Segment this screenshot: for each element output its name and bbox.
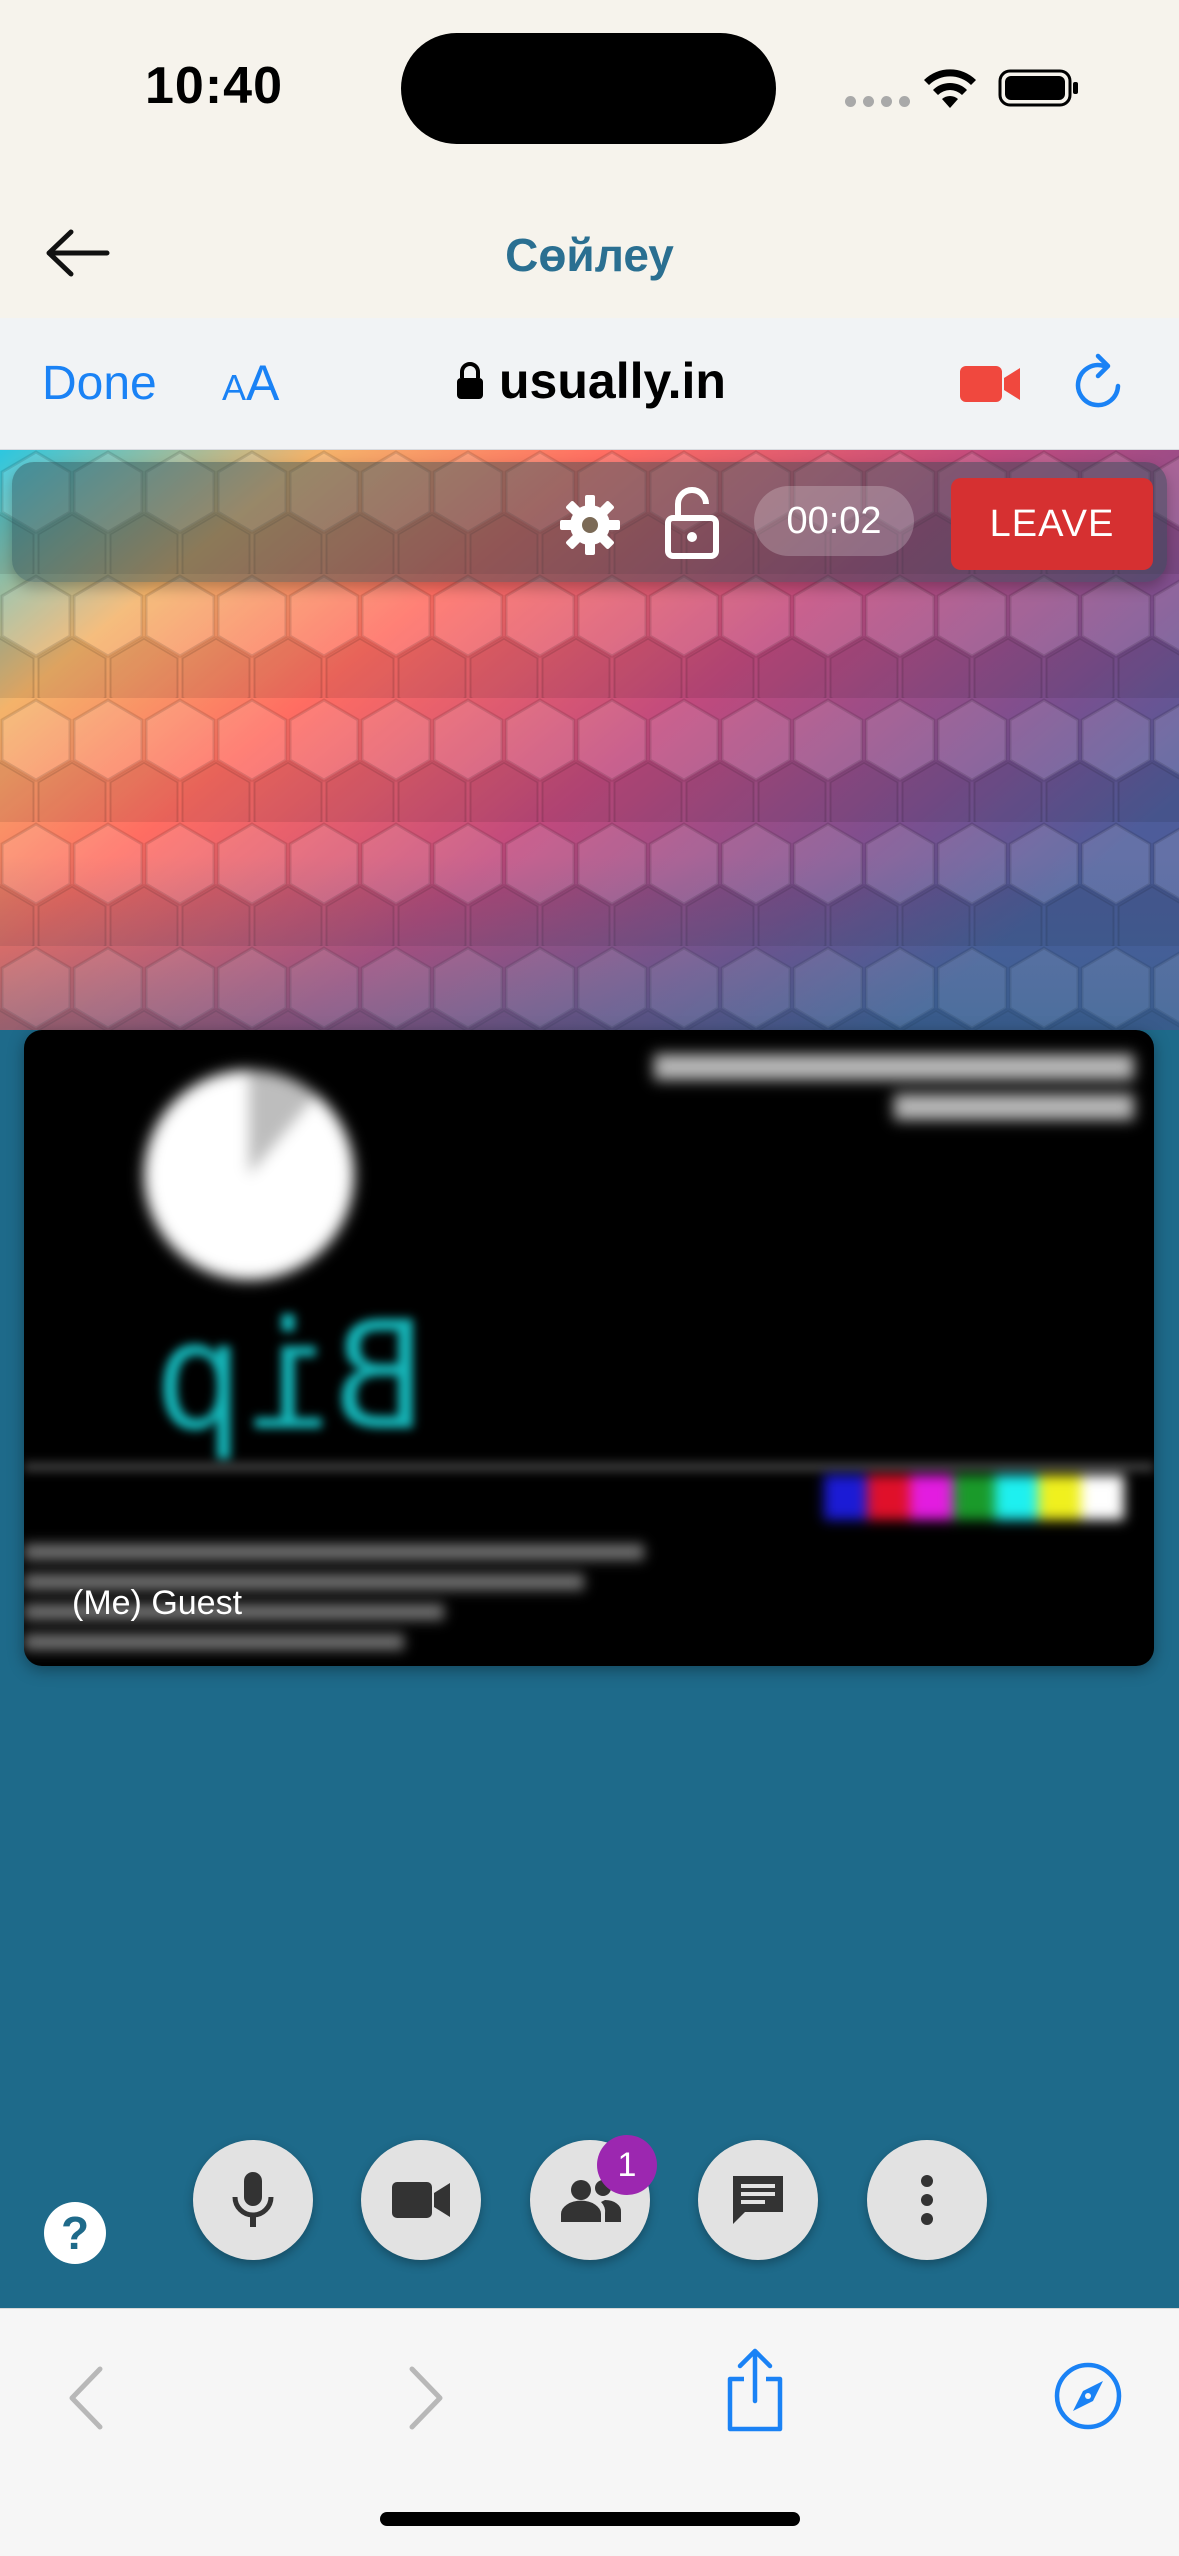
camera-in-use-icon[interactable] [958, 362, 1022, 406]
microphone-button[interactable] [193, 2140, 313, 2260]
test-pattern-text: Bip [154, 1290, 425, 1464]
video-camera-icon [392, 2182, 450, 2218]
call-toolbar: 00:02 LEAVE [12, 462, 1167, 582]
lock-icon [457, 362, 483, 399]
browser-bar: Done AA usually.in [0, 318, 1179, 450]
status-bar: 10:40 [0, 0, 1179, 180]
page-title: Сөйлеу [505, 229, 674, 281]
video-feed: Bip [24, 1030, 1154, 1666]
app-header: Сөйлеу [0, 180, 1179, 318]
participants-count-badge: 1 [597, 2135, 657, 2195]
dynamic-island [401, 33, 776, 144]
cellular-signal-icon [845, 96, 910, 107]
home-indicator [380, 2512, 800, 2526]
more-vertical-icon [921, 2175, 933, 2225]
test-pattern-clock [144, 1070, 354, 1280]
test-pattern-colorbar [824, 1475, 1125, 1520]
more-options-button[interactable] [867, 2140, 987, 2260]
call-timer: 00:02 [754, 486, 914, 556]
chat-icon [733, 2176, 783, 2224]
camera-button[interactable] [361, 2140, 481, 2260]
battery-icon [998, 69, 1078, 107]
chevron-left-icon[interactable] [62, 2363, 112, 2433]
url-text: usually.in [499, 353, 726, 409]
participant-label: (Me) Guest [72, 1584, 243, 1622]
test-pattern-numbers [624, 1040, 1134, 1150]
microphone-icon [232, 2172, 274, 2227]
text-size-button[interactable]: AA [222, 354, 279, 412]
share-icon[interactable] [722, 2347, 788, 2433]
text-size-big-label: A [246, 355, 280, 411]
chevron-right-icon[interactable] [400, 2363, 450, 2433]
wifi-icon [924, 69, 976, 108]
text-size-small-label: A [222, 367, 247, 408]
gear-icon[interactable] [557, 492, 623, 558]
help-button[interactable]: ? [44, 2202, 106, 2264]
done-button[interactable]: Done [42, 356, 157, 411]
status-time: 10:40 [145, 57, 283, 115]
test-pattern-line [24, 1462, 1154, 1472]
unlock-icon[interactable] [664, 486, 720, 560]
reload-icon[interactable] [1068, 352, 1128, 416]
video-tile[interactable]: Bip (Me) Guest [24, 1030, 1154, 1666]
leave-button[interactable]: LEAVE [951, 478, 1153, 570]
compass-icon[interactable] [1053, 2361, 1123, 2431]
chat-button[interactable] [698, 2140, 818, 2260]
address-field[interactable]: usually.in [455, 352, 726, 410]
